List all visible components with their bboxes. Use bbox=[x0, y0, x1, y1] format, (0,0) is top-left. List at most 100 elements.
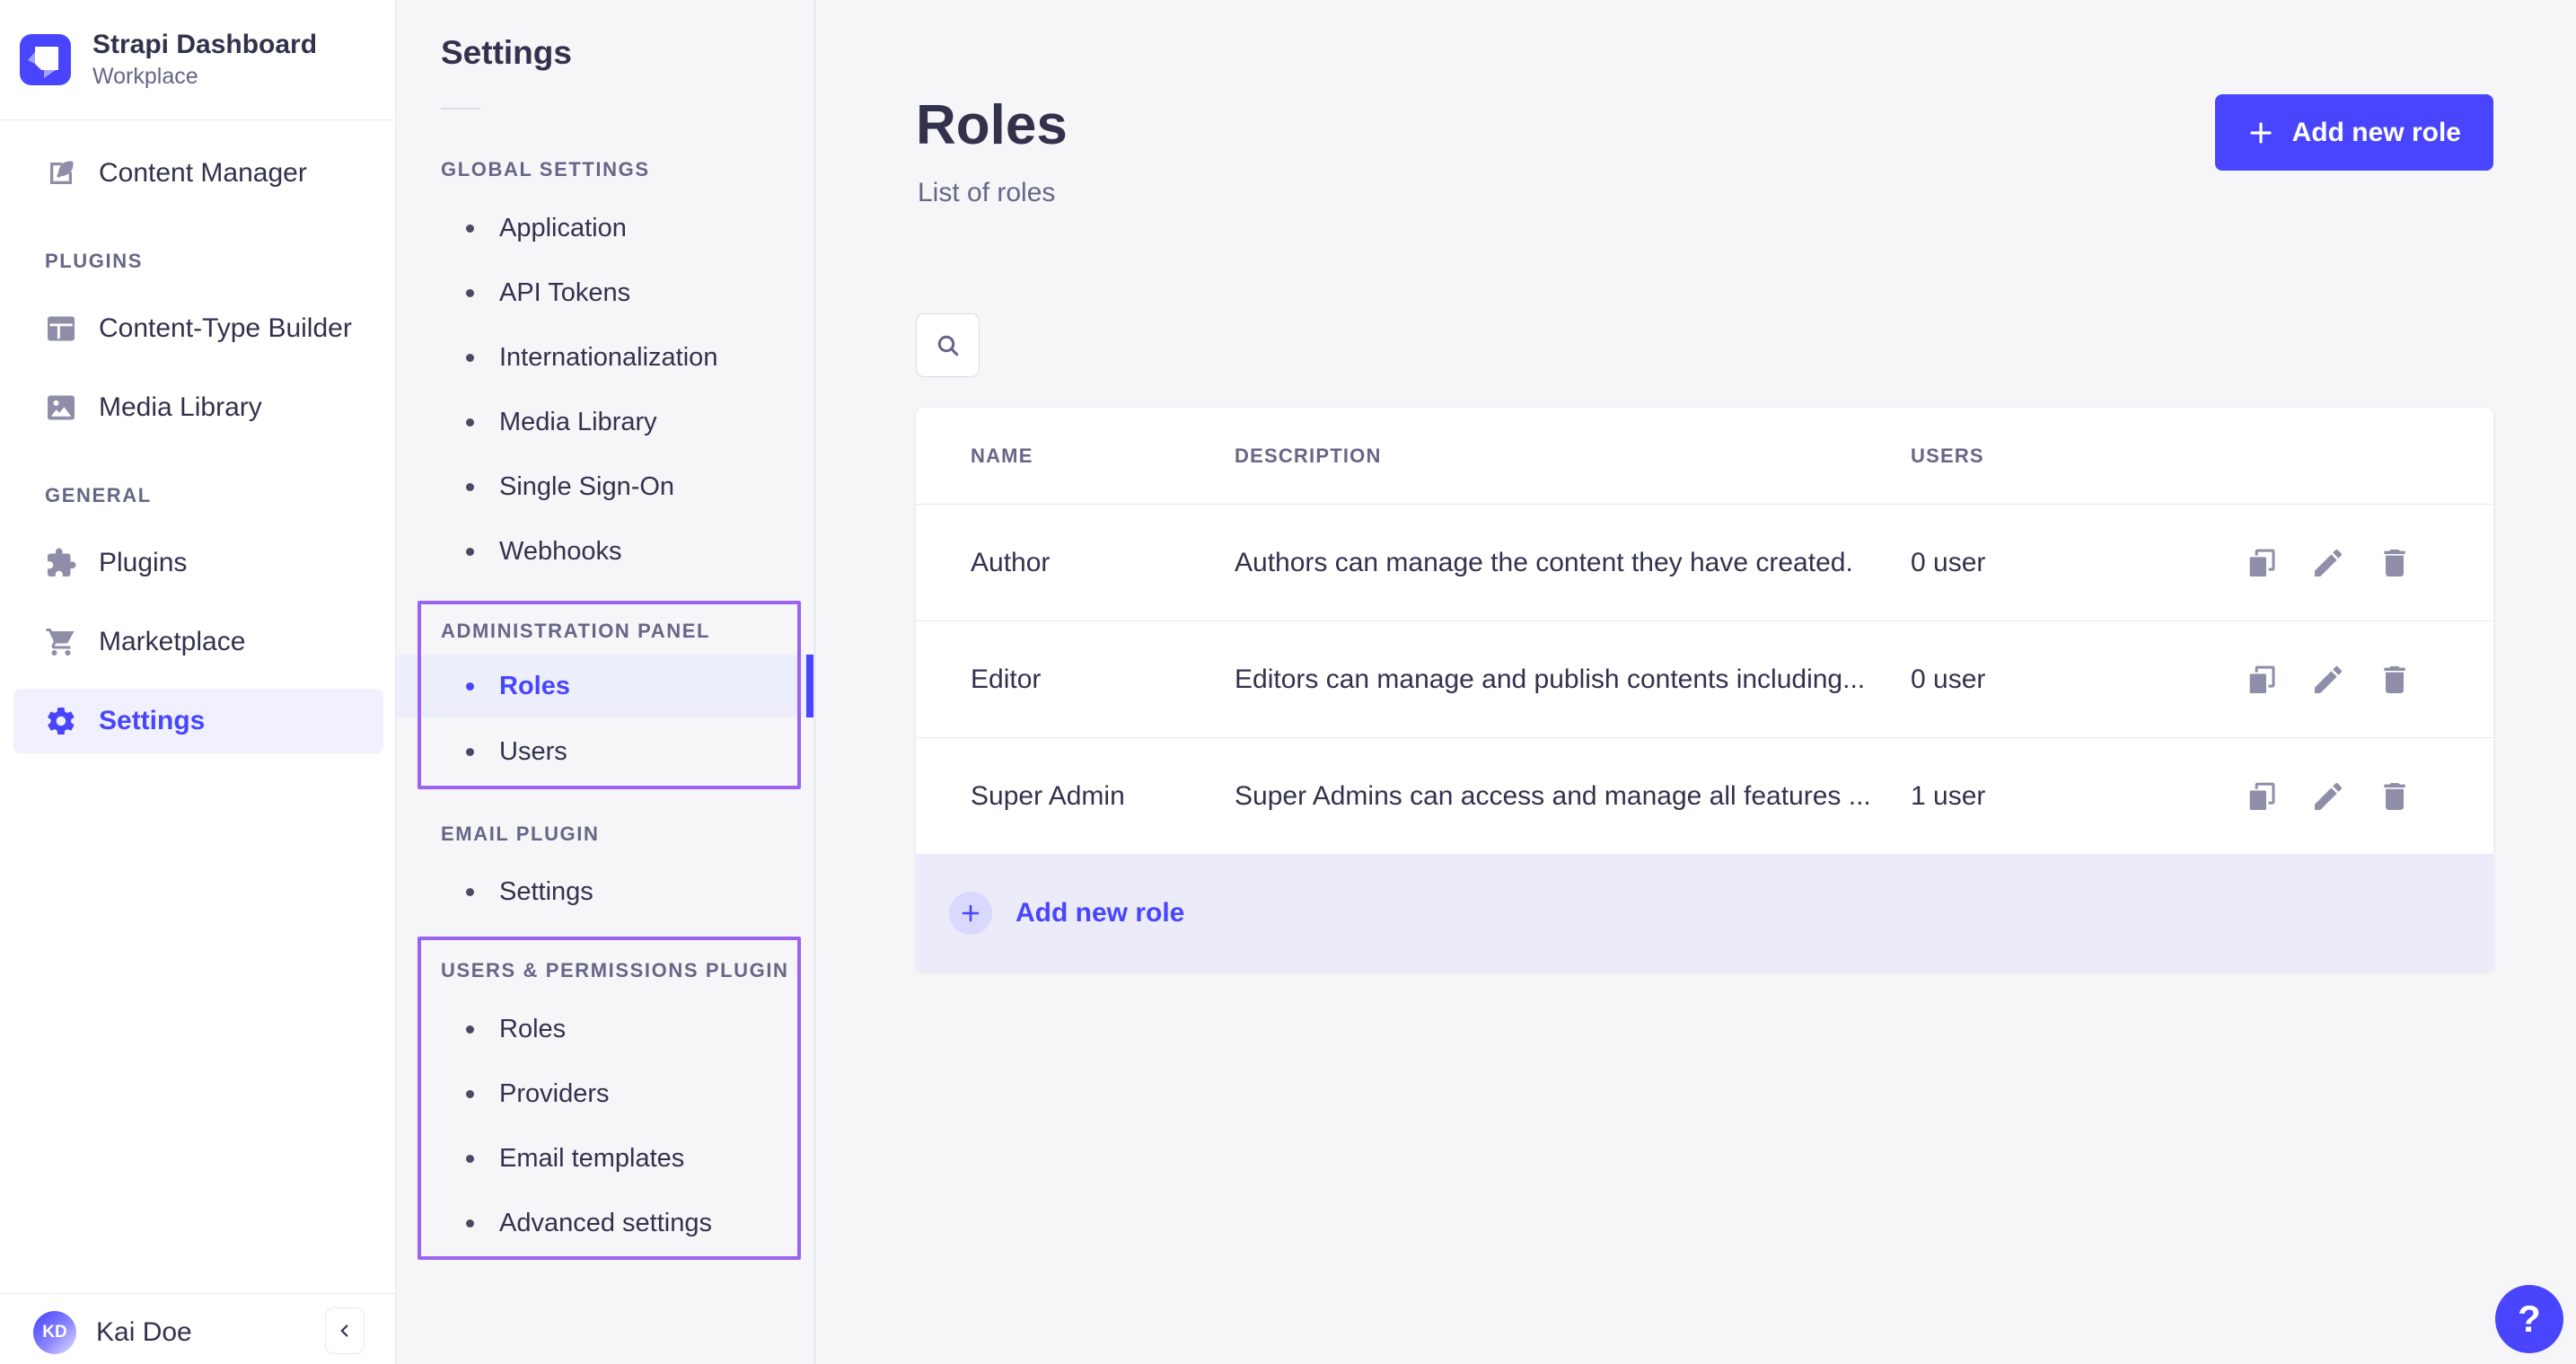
subnav-item-advanced-settings[interactable]: Advanced settings bbox=[396, 1191, 814, 1255]
subnav-section-administration-panel: ADMINISTRATION PANEL bbox=[441, 620, 710, 643]
subnav-item-label: Advanced settings bbox=[499, 1209, 712, 1238]
bullet-icon bbox=[466, 1090, 474, 1098]
divider bbox=[0, 119, 395, 120]
subnav-item-roles-admin[interactable]: Roles bbox=[396, 655, 808, 717]
edit-icon bbox=[2310, 662, 2346, 698]
table-footer-add-role[interactable]: Add new role bbox=[916, 855, 2493, 972]
subnav-item-label: Media Library bbox=[499, 408, 657, 437]
sidebar-item-label: Settings bbox=[99, 706, 205, 736]
sidebar-item-media-library[interactable]: Media Library bbox=[0, 375, 395, 440]
edit-role-button[interactable] bbox=[2310, 779, 2346, 814]
delete-role-button[interactable] bbox=[2377, 545, 2413, 581]
subnav-item-label: Email templates bbox=[499, 1144, 684, 1174]
subnav-item-users-admin[interactable]: Users bbox=[396, 719, 814, 784]
column-header-name: NAME bbox=[971, 444, 1235, 468]
subnav-item-webhooks[interactable]: Webhooks bbox=[396, 519, 814, 584]
subnav-item-roles-up[interactable]: Roles bbox=[396, 997, 814, 1061]
help-button[interactable]: ? bbox=[2495, 1285, 2563, 1353]
duplicate-role-button[interactable] bbox=[2244, 545, 2280, 581]
subnav-item-label: Webhooks bbox=[499, 537, 622, 567]
sidebar-item-settings[interactable]: Settings bbox=[13, 689, 383, 753]
bullet-icon bbox=[466, 483, 474, 491]
bullet-icon bbox=[466, 354, 474, 362]
sidebar-item-marketplace[interactable]: Marketplace bbox=[0, 610, 395, 674]
bullet-icon bbox=[466, 748, 474, 756]
subnav-item-email-settings[interactable]: Settings bbox=[396, 859, 814, 924]
sidebar-item-label: Content Manager bbox=[99, 158, 307, 189]
role-users-count: 0 user bbox=[1911, 548, 2209, 578]
role-name: Author bbox=[971, 548, 1235, 578]
subnav-item-label: Providers bbox=[499, 1079, 610, 1109]
subnav-item-label: Roles bbox=[499, 672, 570, 701]
workspace-name: Workplace bbox=[92, 62, 317, 91]
role-description: Super Admins can access and manage all f… bbox=[1235, 781, 1911, 812]
divider bbox=[441, 108, 480, 110]
bullet-icon bbox=[466, 1025, 474, 1034]
duplicate-icon bbox=[2244, 779, 2280, 814]
roles-table: NAME DESCRIPTION USERS Author Authors ca… bbox=[916, 408, 2493, 972]
subnav-item-label: Settings bbox=[499, 877, 593, 907]
edit-role-button[interactable] bbox=[2310, 662, 2346, 698]
subnav-item-label: Single Sign-On bbox=[499, 472, 674, 502]
subnav-item-label: API Tokens bbox=[499, 278, 630, 308]
trash-icon bbox=[2377, 779, 2413, 814]
subnav-item-internationalization[interactable]: Internationalization bbox=[396, 325, 814, 390]
bullet-icon bbox=[466, 682, 474, 691]
table-row: Author Authors can manage the content th… bbox=[916, 505, 2493, 621]
subnav-item-providers[interactable]: Providers bbox=[396, 1061, 814, 1126]
main-sidebar: Strapi Dashboard Workplace Content Manag… bbox=[0, 0, 396, 1364]
duplicate-role-button[interactable] bbox=[2244, 779, 2280, 814]
subnav-item-application[interactable]: Application bbox=[396, 196, 814, 260]
sidebar-item-label: Plugins bbox=[99, 548, 187, 578]
edit-icon bbox=[2310, 779, 2346, 814]
footer-add-role-label: Add new role bbox=[1015, 898, 1184, 928]
active-item-indicator bbox=[806, 655, 813, 717]
chevron-left-icon bbox=[335, 1321, 355, 1341]
edit-icon bbox=[2310, 545, 2346, 581]
edit-role-button[interactable] bbox=[2310, 545, 2346, 581]
bullet-icon bbox=[466, 224, 474, 233]
bullet-icon bbox=[466, 289, 474, 297]
subnav-item-label: Internationalization bbox=[499, 343, 717, 373]
bullet-icon bbox=[466, 548, 474, 556]
trash-icon bbox=[2377, 662, 2413, 698]
subnav-item-email-templates[interactable]: Email templates bbox=[396, 1126, 814, 1191]
subnav-item-api-tokens[interactable]: API Tokens bbox=[396, 260, 814, 325]
table-row: Editor Editors can manage and publish co… bbox=[916, 621, 2493, 738]
media-library-icon bbox=[45, 392, 77, 424]
sidebar-item-label: Media Library bbox=[99, 392, 262, 423]
add-new-role-button[interactable]: Add new role bbox=[2215, 94, 2493, 171]
bullet-icon bbox=[466, 888, 474, 896]
delete-role-button[interactable] bbox=[2377, 662, 2413, 698]
delete-role-button[interactable] bbox=[2377, 779, 2413, 814]
role-description: Editors can manage and publish contents … bbox=[1235, 664, 1911, 695]
table-row: Super Admin Super Admins can access and … bbox=[916, 738, 2493, 855]
page-title: Roles bbox=[916, 93, 1068, 157]
column-header-users: USERS bbox=[1911, 444, 2209, 468]
content-manager-icon bbox=[45, 157, 77, 189]
duplicate-role-button[interactable] bbox=[2244, 662, 2280, 698]
gear-icon bbox=[45, 705, 77, 737]
content-type-builder-icon bbox=[45, 312, 77, 345]
role-users-count: 1 user bbox=[1911, 781, 2209, 812]
sidebar-item-content-type-builder[interactable]: Content-Type Builder bbox=[0, 296, 395, 361]
subnav-item-media-library[interactable]: Media Library bbox=[396, 390, 814, 454]
plus-icon bbox=[960, 902, 981, 924]
app-title: Strapi Dashboard bbox=[92, 28, 317, 62]
search-button[interactable] bbox=[916, 313, 980, 377]
user-profile[interactable]: KD Kai Doe bbox=[33, 1311, 192, 1354]
page-subtitle: List of roles bbox=[918, 178, 1055, 208]
strapi-logo-icon bbox=[20, 34, 71, 85]
collapse-sidebar-button[interactable] bbox=[325, 1307, 365, 1354]
add-new-role-label: Add new role bbox=[2292, 118, 2461, 148]
sidebar-item-content-manager[interactable]: Content Manager bbox=[0, 141, 395, 206]
settings-subnav: Settings GLOBAL SETTINGS Application API… bbox=[396, 0, 815, 1364]
avatar: KD bbox=[33, 1311, 76, 1354]
user-name: Kai Doe bbox=[96, 1317, 192, 1348]
subnav-item-single-sign-on[interactable]: Single Sign-On bbox=[396, 454, 814, 519]
subnav-item-label: Roles bbox=[499, 1015, 566, 1044]
sidebar-item-plugins[interactable]: Plugins bbox=[0, 531, 395, 595]
subnav-item-label: Users bbox=[499, 737, 567, 767]
brand[interactable]: Strapi Dashboard Workplace bbox=[20, 28, 317, 91]
subnav-section-email-plugin: EMAIL PLUGIN bbox=[441, 823, 599, 846]
